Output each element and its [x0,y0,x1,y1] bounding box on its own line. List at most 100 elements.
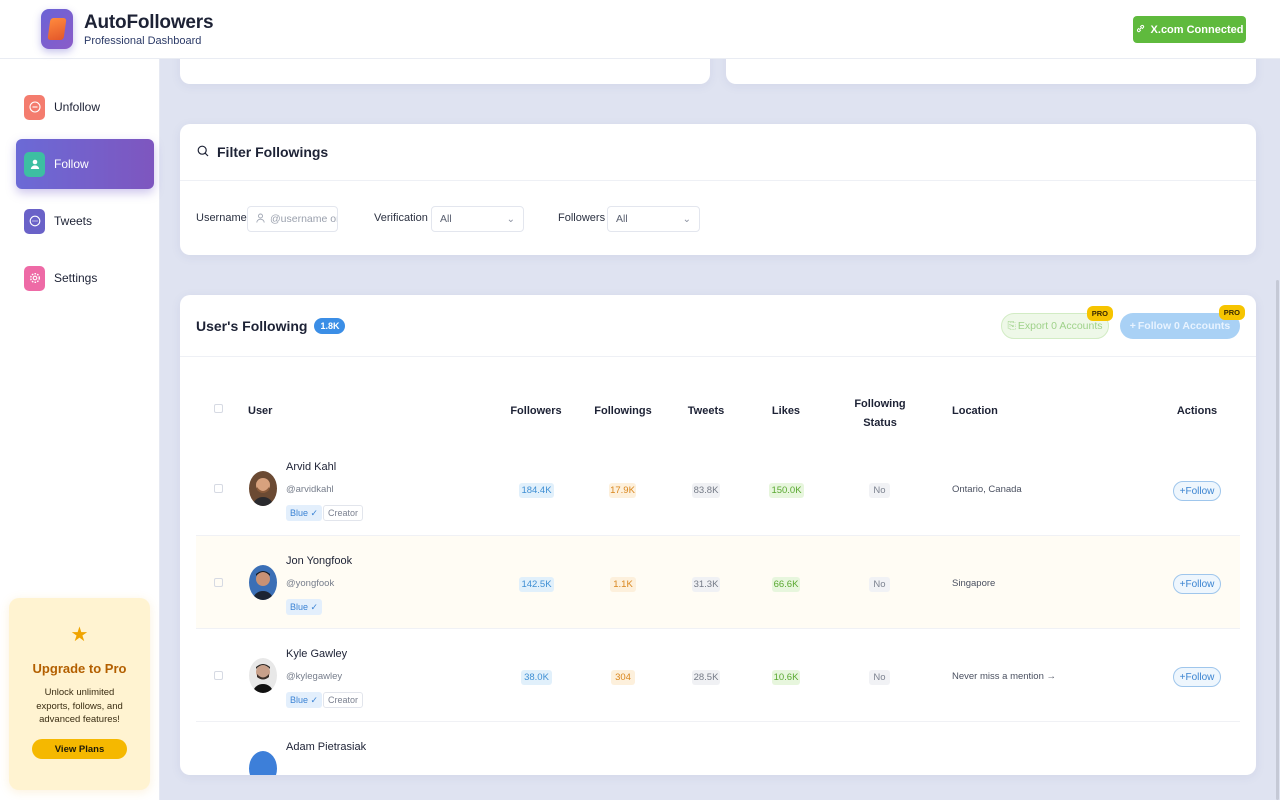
gear-icon [24,265,45,291]
verified-tag: Blue ✓ [286,505,323,521]
creator-tag: Creator [323,505,364,521]
followings-count: 304 [611,670,635,685]
row-checkbox[interactable] [214,484,223,493]
view-plans-button[interactable]: View Plans [32,739,127,759]
user-handle: @arvidkahl [286,484,334,495]
select-all-checkbox[interactable] [214,404,223,413]
tweets-count: 31.3K [692,577,720,592]
app-title: AutoFollowers [84,11,214,33]
location: Ontario, Canada [952,484,1022,495]
table-title: User's Following [196,317,308,334]
app-header: AutoFollowers Professional Dashboard X.c… [0,0,1280,59]
col-followers: Followers [510,405,562,417]
verified-tag: Blue ✓ [286,692,323,708]
upgrade-card: ★ Upgrade to Pro Unlock unlimited export… [9,598,150,790]
pro-badge: PRO [1218,305,1245,320]
col-user: User [248,405,273,417]
followers-filter-label: Followers [558,212,606,224]
col-following-status-line2: Status [863,417,897,429]
sidebar: Unfollow Follow Tweets Settings ★ Upgrad… [0,59,160,800]
x-connected-button[interactable]: X.com Connected [1133,16,1246,43]
plus-icon: + [1129,320,1136,332]
follow-label: Follow [1185,671,1215,683]
col-following-status: Following Status [844,395,916,433]
page-scrollbar[interactable] [1276,280,1279,800]
sidebar-item-label: Tweets [54,214,93,228]
user-name: Kyle Gawley [286,648,348,660]
export-button[interactable]: ⎘ Export 0 Accounts PRO [1001,306,1113,339]
verified-tag: Blue ✓ [286,599,323,615]
upgrade-title: Upgrade to Pro [32,661,127,676]
user-icon [24,151,45,177]
tweets-count: 28.5K [692,670,720,685]
row-checkbox[interactable] [214,578,223,587]
export-label: Export 0 Accounts [1017,320,1103,332]
location: Singapore [952,578,996,589]
chevron-down-icon: ⌄ [682,213,691,225]
filter-header: Filter Followings [180,124,1256,181]
followers-count: 38.0K [521,670,552,685]
username-label: Username [196,212,247,224]
avatar [249,658,277,693]
star-icon: ★ [70,624,89,646]
likes-count: 150.0K [769,483,804,498]
upgrade-text: Unlock unlimited exports, follows, and a… [36,687,123,725]
pro-badge: PRO [1086,306,1113,321]
table-row: Kyle Gawley @kylegawley Blue ✓ Creator 3… [196,629,1240,722]
brand: AutoFollowers Professional Dashboard [84,11,214,47]
follow-button[interactable]: + Follow [1173,667,1221,687]
minus-circle-icon [24,94,45,120]
user-handle: @kylegawley [286,671,343,682]
followers-count: 142.5K [519,577,554,592]
col-following-status-line1: Following [854,398,906,410]
filter-title: Filter Followings [217,144,329,160]
tweets-count: 83.8K [692,483,720,498]
table-row: Adam Pietrasiak [196,722,1240,775]
following-status: No [869,577,890,592]
follow-label: Follow [1185,485,1215,497]
sidebar-item-unfollow[interactable]: Unfollow [16,82,154,132]
sidebar-item-follow[interactable]: Follow [16,139,154,189]
follow-button[interactable]: + Follow [1173,481,1221,501]
following-status: No [869,483,890,498]
user-name: Adam Pietrasiak [286,741,367,753]
followers-select[interactable]: All ⌄ [607,206,700,232]
following-status: No [869,670,890,685]
verification-select[interactable]: All ⌄ [431,206,524,232]
link-icon [1136,24,1145,36]
sidebar-item-tweets[interactable]: Tweets [16,196,154,246]
count-badge: 1.8K [314,317,346,334]
avatar [249,751,277,775]
username-placeholder: @username or [270,213,337,225]
col-actions: Actions [1176,405,1218,417]
verification-value: All [440,213,452,225]
sidebar-item-label: Unfollow [54,100,101,114]
likes-count: 66.6K [772,577,800,592]
export-icon: ⎘ [1007,319,1016,332]
followers-filter-value: All [616,213,628,225]
col-likes: Likes [771,405,801,417]
avatar [249,471,277,506]
username-input[interactable]: @username or [247,206,338,232]
verification-label: Verification [374,212,428,224]
sidebar-item-label: Follow [54,157,89,171]
col-location: Location [952,405,998,417]
creator-tag: Creator [323,692,364,708]
follow-accounts-button[interactable]: + Follow 0 Accounts PRO [1120,305,1245,339]
app-logo [41,9,73,49]
row-checkbox[interactable] [214,671,223,680]
search-icon [197,145,209,160]
chevron-down-icon: ⌄ [506,213,515,225]
user-name: Jon Yongfook [286,555,353,567]
filter-card: Filter Followings Username @username or … [180,124,1256,255]
location: Never miss a mention → [952,671,1057,682]
following-table-card: User's Following 1.8K ⎘ Export 0 Account… [180,295,1256,775]
user-handle: @yongfook [286,578,335,589]
follow-accounts-label: Follow 0 Accounts [1137,320,1231,332]
likes-count: 10.6K [772,670,800,685]
app-subtitle: Professional Dashboard [84,34,202,47]
chat-bubble-icon [24,208,45,234]
follow-button[interactable]: + Follow [1173,574,1221,594]
table-header-bar: User's Following 1.8K ⎘ Export 0 Account… [180,295,1256,357]
sidebar-item-settings[interactable]: Settings [16,253,154,303]
